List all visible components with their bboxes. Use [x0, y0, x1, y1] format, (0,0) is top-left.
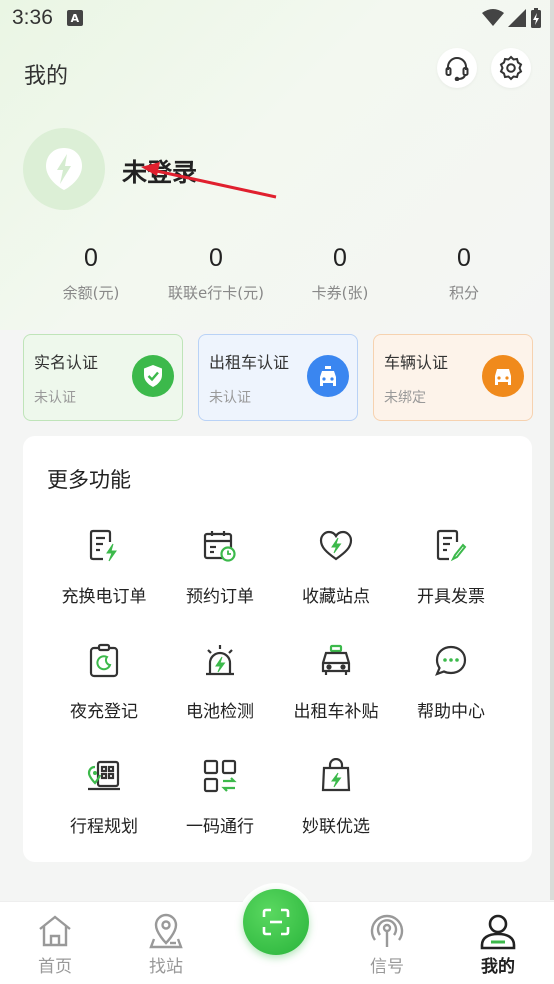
func-label: 充换电订单: [61, 587, 147, 607]
func-help-center[interactable]: 帮助中心: [393, 641, 509, 741]
func-trip-planning[interactable]: 行程规划: [46, 756, 162, 856]
cell-signal-icon: [508, 9, 526, 27]
calendar-clock-icon: [200, 526, 240, 566]
func-selected-shop[interactable]: 妙联优选: [278, 756, 394, 856]
func-taxi-subsidy[interactable]: 出租车补贴: [278, 641, 394, 741]
func-label: 预约订单: [186, 587, 254, 607]
status-bar: 3:36 A: [0, 0, 554, 36]
customer-service-button[interactable]: [437, 48, 477, 88]
page-title: 我的: [24, 64, 69, 89]
battery-alarm-icon: [200, 641, 240, 681]
stat-value: 0: [209, 244, 223, 272]
stat-label: 积分: [448, 284, 479, 302]
func-label: 收藏站点: [302, 587, 370, 607]
more-functions-card: 更多功能 充换电订单 预约订单 收藏站点 开具发票 夜充登记 电池检测 出租车补…: [23, 436, 532, 862]
nav-label: 信号: [370, 957, 404, 977]
func-invoice[interactable]: 开具发票: [393, 526, 509, 626]
lightning-leaf-icon: [46, 148, 82, 190]
settings-button[interactable]: [491, 48, 531, 88]
taxi-front-icon: [316, 641, 356, 681]
scan-button[interactable]: [237, 883, 315, 961]
cert-card-vehicle[interactable]: 车辆认证 未绑定: [373, 334, 533, 421]
func-label: 电池检测: [186, 702, 254, 722]
car-icon: [482, 355, 524, 397]
scroll-edge: [550, 0, 554, 900]
qr-transfer-icon: [200, 756, 240, 796]
stat-value: 0: [84, 244, 98, 272]
nav-label: 我的: [481, 957, 515, 977]
func-label: 出租车补贴: [293, 702, 379, 722]
status-time: 3:36: [12, 6, 53, 29]
login-prompt[interactable]: 未登录: [122, 153, 197, 189]
stat-label: 卡券(张): [311, 284, 369, 302]
func-night-charge[interactable]: 夜充登记: [46, 641, 162, 741]
func-favorites[interactable]: 收藏站点: [278, 526, 394, 626]
location-pin-icon: [126, 912, 206, 950]
shopping-bag-bolt-icon: [316, 756, 356, 796]
battery-icon: [531, 8, 541, 28]
stat-points[interactable]: 0 积分: [399, 240, 529, 303]
nav-home[interactable]: 首页: [15, 912, 95, 977]
heart-bolt-icon: [316, 526, 356, 566]
nav-mine[interactable]: 我的: [458, 912, 538, 977]
func-reservations[interactable]: 预约订单: [162, 526, 278, 626]
charge-order-icon: [84, 526, 124, 566]
nav-signal[interactable]: 信号: [347, 912, 427, 977]
stat-coupons[interactable]: 0 卡券(张): [275, 240, 405, 303]
stat-value: 0: [333, 244, 347, 272]
func-label: 一码通行: [186, 817, 254, 837]
notification-icon: A: [66, 10, 83, 26]
nav-label: 首页: [38, 957, 72, 977]
headset-icon: [445, 57, 469, 81]
func-label: 夜充登记: [70, 702, 138, 722]
status-icons: [482, 8, 542, 28]
avatar[interactable]: [23, 128, 105, 210]
chat-bubble-icon: [431, 641, 471, 681]
taxi-icon: [307, 355, 349, 397]
func-charge-orders[interactable]: 充换电订单: [46, 526, 162, 626]
cert-card-realname[interactable]: 实名认证 未认证: [23, 334, 183, 421]
func-label: 帮助中心: [417, 702, 485, 722]
stat-label: 联联e行卡(元): [168, 284, 264, 302]
func-one-code-pass[interactable]: 一码通行: [162, 756, 278, 856]
stat-balance[interactable]: 0 余额(元): [26, 240, 156, 303]
nav-label: 找站: [149, 957, 183, 977]
trip-plan-icon: [84, 756, 124, 796]
more-functions-title: 更多功能: [47, 468, 131, 492]
cert-card-taxi[interactable]: 出租车认证 未认证: [198, 334, 358, 421]
shield-check-icon: [132, 355, 174, 397]
wifi-icon: [482, 9, 504, 26]
gear-icon: [499, 55, 523, 81]
user-icon: [458, 912, 538, 950]
signal-icon: [347, 912, 427, 950]
scan-icon: [243, 889, 309, 955]
invoice-pen-icon: [431, 526, 471, 566]
stat-value: 0: [457, 244, 471, 272]
nav-find-station[interactable]: 找站: [126, 912, 206, 977]
func-label: 行程规划: [70, 817, 138, 837]
func-label: 妙联优选: [302, 817, 370, 837]
stat-card[interactable]: 0 联联e行卡(元): [151, 240, 281, 303]
night-charge-icon: [84, 641, 124, 681]
home-icon: [15, 912, 95, 950]
func-battery-check[interactable]: 电池检测: [162, 641, 278, 741]
stat-label: 余额(元): [62, 284, 120, 302]
func-label: 开具发票: [417, 587, 485, 607]
account-stats: 0 余额(元) 0 联联e行卡(元) 0 卡券(张) 0 积分: [0, 240, 554, 310]
